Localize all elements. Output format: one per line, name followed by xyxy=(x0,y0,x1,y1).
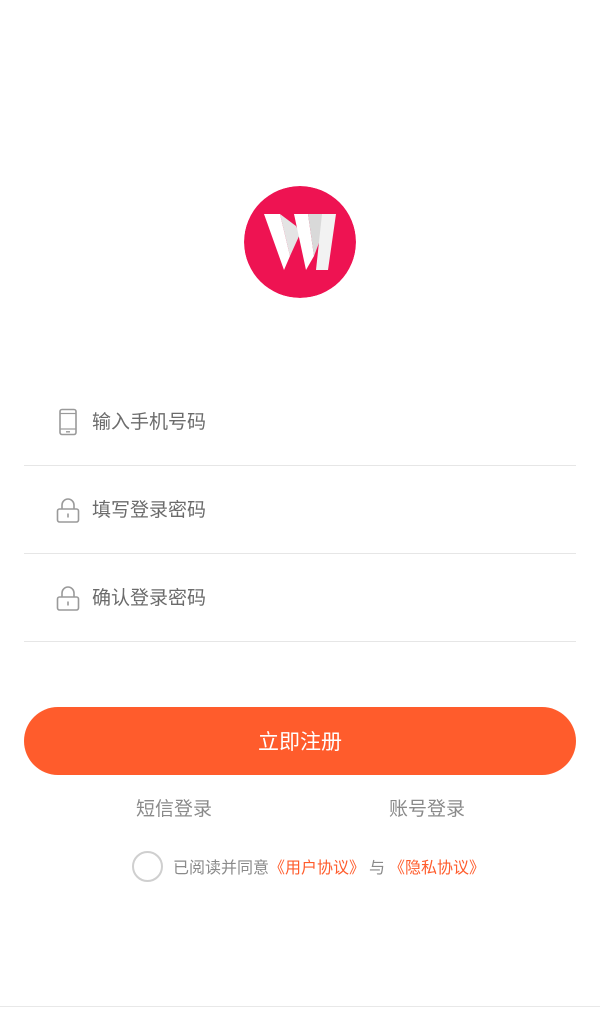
app-logo xyxy=(244,186,356,298)
register-button[interactable]: 立即注册 xyxy=(24,707,576,775)
phone-input[interactable] xyxy=(92,403,532,440)
agreement-row: 已阅读并同意 《用户协议》 与 《隐私协议》 xyxy=(132,850,485,882)
user-agreement-link[interactable]: 《用户协议》 xyxy=(269,854,365,878)
password-field-row xyxy=(24,466,576,554)
phone-field-row xyxy=(24,378,576,466)
agreement-conjunction: 与 xyxy=(369,858,386,877)
confirm-password-input[interactable] xyxy=(92,579,532,616)
register-page: 立即注册 短信登录 账号登录 已阅读并同意 《用户协议》 与 《隐私协议》 xyxy=(0,0,600,1010)
bottom-divider xyxy=(0,1006,600,1007)
password-input[interactable] xyxy=(92,491,532,528)
lock-icon xyxy=(56,585,80,611)
agreement-prefix: 已阅读并同意 xyxy=(173,858,270,877)
account-login-link[interactable]: 账号登录 xyxy=(389,796,465,822)
phone-icon xyxy=(59,408,77,435)
privacy-agreement-link[interactable]: 《隐私协议》 xyxy=(389,854,485,878)
agreement-checkbox[interactable] xyxy=(132,850,163,882)
lock-icon xyxy=(56,497,80,523)
confirm-password-field-row xyxy=(24,554,576,642)
sms-login-link[interactable]: 短信登录 xyxy=(136,796,212,822)
